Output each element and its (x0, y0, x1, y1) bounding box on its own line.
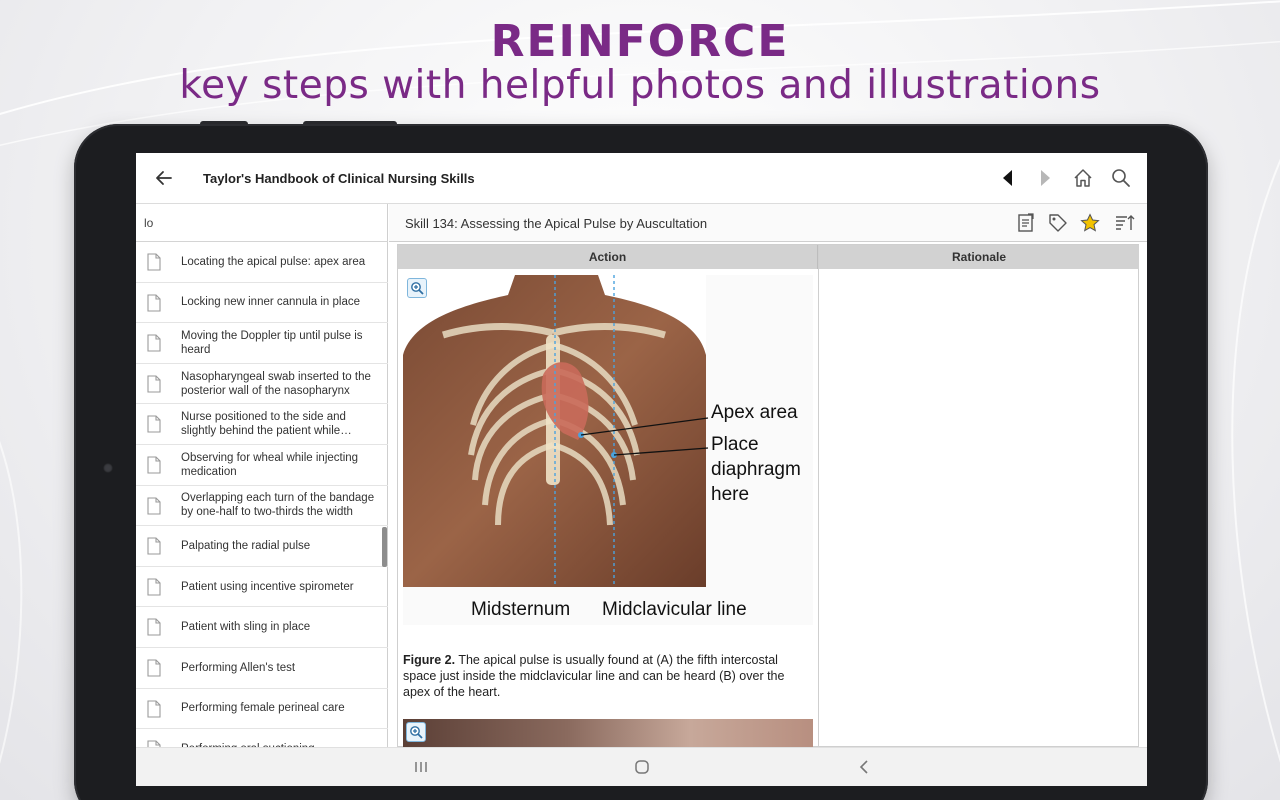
list-item[interactable]: Locating the apical pulse: apex area (136, 242, 388, 283)
tablet-camera (103, 463, 113, 473)
list-item-label: Patient using incentive spirometer (181, 580, 354, 593)
zoom-in-icon[interactable] (407, 278, 427, 298)
app-bar: Taylor's Handbook of Clinical Nursing Sk… (136, 153, 1147, 204)
list-item-label: Performing female perineal care (181, 702, 345, 715)
book-title: Taylor's Handbook of Clinical Nursing Sk… (203, 171, 475, 186)
list-item-label: Nurse positioned to the side and slightl… (181, 411, 346, 438)
chevron-left-icon[interactable] (853, 756, 875, 778)
document-icon (147, 294, 161, 317)
column-header-action: Action (398, 245, 818, 269)
list-item[interactable]: Palpating the radial pulse (136, 526, 388, 567)
recents-icon[interactable] (410, 756, 432, 778)
search-icon[interactable] (1110, 167, 1132, 189)
tag-icon[interactable] (1047, 212, 1069, 234)
list-item[interactable]: Observing for wheal while injecting medi… (136, 445, 388, 486)
figure-caption: Figure 2. The apical pulse is usually fo… (403, 652, 813, 700)
banner-subheadline: key steps with helpful photos and illust… (179, 63, 1101, 108)
list-item[interactable]: Performing oral suctioning (136, 729, 388, 747)
list-item-label: Locking new inner cannula in place (181, 296, 361, 309)
document-icon (147, 618, 161, 641)
callout-apex-area: Apex area (711, 402, 798, 423)
sort-icon[interactable] (1113, 212, 1137, 234)
apical-pulse-figure[interactable]: Apex area Place diaphragm here Midsternu… (403, 275, 813, 625)
triangle-left-icon[interactable] (997, 168, 1017, 188)
list-item[interactable]: Nurse positioned to the side and slightl… (136, 404, 388, 445)
document-icon (147, 375, 161, 398)
document-icon (147, 659, 161, 682)
app-screen: Taylor's Handbook of Clinical Nursing Sk… (136, 153, 1147, 786)
document-icon (147, 699, 161, 723)
document-icon (147, 253, 161, 276)
callout-place-line-1: Place (711, 434, 759, 455)
label-midsternum: Midsternum (471, 599, 571, 620)
triangle-right-icon[interactable] (1036, 168, 1056, 188)
notes-icon[interactable] (1015, 212, 1037, 234)
document-icon (147, 497, 161, 520)
document-icon (147, 537, 161, 560)
list-item-label: Locating the apical pulse: apex area (181, 255, 366, 268)
figure-caption-text: The apical pulse is usually found at (A)… (403, 653, 785, 699)
column-header-rationale: Rationale (819, 245, 1139, 269)
callout-place-line-3: here (711, 484, 750, 505)
home-icon[interactable] (1072, 167, 1094, 189)
home-circle-icon[interactable] (631, 756, 653, 778)
document-icon (147, 578, 161, 601)
filter-input[interactable]: lo (136, 204, 388, 242)
banner-headline: REINFORCE (490, 16, 790, 67)
list-item[interactable]: Locking new inner cannula in place (136, 283, 388, 324)
second-figure-photo[interactable] (403, 719, 813, 749)
content-pane: Skill 134: Assessing the Apical Pulse by… (389, 204, 1147, 749)
list-item-label: Observing for wheal while injecting medi… (181, 451, 359, 478)
figure-list-sidebar: lo Locating the apical pulse: apex area L… (136, 204, 388, 747)
column-divider (818, 245, 819, 748)
callout-place-line-2: diaphragm (711, 459, 801, 480)
list-item[interactable]: Performing Allen's test (136, 648, 388, 689)
list-item-label: Patient with sling in place (181, 621, 311, 634)
label-midclavicular-line: Midclavicular line (602, 599, 747, 620)
document-icon (147, 740, 161, 747)
document-icon (147, 415, 161, 438)
arrow-left-icon[interactable] (152, 166, 176, 190)
list-item-label: Palpating the radial pulse (181, 539, 311, 552)
star-icon[interactable] (1079, 212, 1101, 234)
list-item[interactable]: Performing female perineal care (136, 689, 388, 730)
skill-title: Skill 134: Assessing the Apical Pulse by… (405, 216, 708, 231)
content-header: Skill 134: Assessing the Apical Pulse by… (389, 204, 1147, 242)
list-item[interactable]: Nasopharyngeal swab inserted to the post… (136, 364, 388, 405)
list-item[interactable]: Overlapping each turn of the bandage by … (136, 486, 388, 527)
list-item-label: Performing Allen's test (181, 661, 296, 674)
action-rationale-table: Action Rationale Apex area Place diaphra… (397, 244, 1139, 749)
list-item[interactable]: Patient using incentive spirometer (136, 567, 388, 608)
list-item-label: Moving the Doppler tip until pulse is he… (181, 329, 363, 356)
system-navigation-bar (136, 747, 1147, 786)
list-item[interactable]: Patient with sling in place (136, 607, 388, 648)
zoom-in-icon[interactable] (406, 722, 426, 742)
list-item[interactable]: Moving the Doppler tip until pulse is he… (136, 323, 388, 364)
sidebar-scrollbar[interactable] (382, 527, 387, 567)
document-icon (147, 334, 161, 357)
list-item-label: Nasopharyngeal swab inserted to the post… (181, 370, 371, 397)
figure-caption-label: Figure 2. (403, 653, 456, 667)
document-icon (147, 456, 161, 479)
list-item-label: Overlapping each turn of the bandage by … (181, 492, 375, 519)
figure-list: Locating the apical pulse: apex area Lock… (136, 242, 388, 747)
